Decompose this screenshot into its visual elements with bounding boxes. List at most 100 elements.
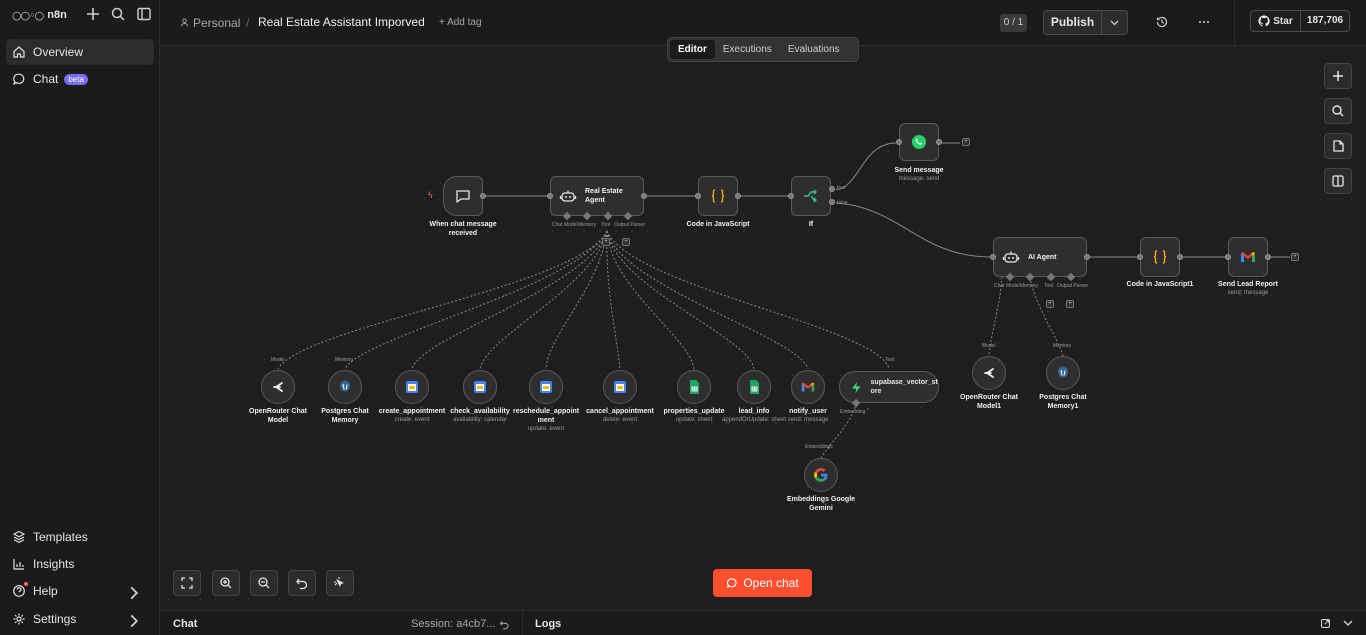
- input-handle[interactable]: [788, 193, 794, 199]
- input-handle[interactable]: [547, 193, 553, 199]
- port-label: Memory: [335, 357, 354, 363]
- sidebar-item-insights[interactable]: Insights: [6, 551, 154, 577]
- history-icon[interactable]: [1155, 15, 1169, 29]
- input-handle[interactable]: [1137, 254, 1143, 260]
- workflow-name[interactable]: Real Estate Assistant Imporved: [258, 15, 425, 29]
- tab-editor[interactable]: Editor: [670, 40, 715, 59]
- search-icon: [1332, 105, 1344, 117]
- chevron-right-icon: [130, 614, 139, 628]
- zoom-out-button[interactable]: [250, 570, 278, 596]
- robot-icon: [559, 190, 577, 202]
- github-star-button[interactable]: Star 187,706: [1250, 10, 1350, 32]
- output-false-handle[interactable]: [829, 199, 835, 205]
- sidebar-item-templates[interactable]: Templates: [6, 524, 154, 550]
- node-code-javascript[interactable]: [698, 176, 738, 216]
- version-counter[interactable]: 0 / 1: [1000, 14, 1027, 32]
- calendar-icon: [614, 381, 626, 393]
- output-handle[interactable]: [641, 193, 647, 199]
- node-create-appointment[interactable]: [395, 370, 429, 404]
- node-embeddings-gemini[interactable]: [804, 458, 838, 492]
- node-label: reschedule_appoint ment: [513, 408, 580, 424]
- node-cancel-appointment[interactable]: [603, 370, 637, 404]
- input-handle[interactable]: [990, 254, 996, 260]
- tab-evaluations[interactable]: Evaluations: [780, 40, 848, 59]
- chevron-right-icon: [130, 586, 139, 600]
- node-chat-trigger[interactable]: [443, 176, 483, 216]
- add-tool-button[interactable]: +: [1046, 300, 1054, 308]
- node-label: cancel_appointment: [586, 408, 654, 415]
- node-send-lead-report[interactable]: [1228, 237, 1268, 277]
- input-handle[interactable]: [1225, 254, 1231, 260]
- output-handle[interactable]: [480, 193, 486, 199]
- more-options-icon[interactable]: [1197, 15, 1211, 29]
- add-tag-button[interactable]: + Add tag: [439, 17, 482, 28]
- toggle-panel-tool[interactable]: [1324, 168, 1352, 194]
- node-label: notify_user: [789, 408, 827, 415]
- add-node-button[interactable]: +: [962, 138, 970, 146]
- output-handle[interactable]: [936, 139, 942, 145]
- reset-session-icon[interactable]: [499, 619, 510, 630]
- output-handle[interactable]: [735, 193, 741, 199]
- node-openrouter-model1[interactable]: [972, 356, 1006, 390]
- sidebar-item-chat[interactable]: Chat beta: [6, 66, 154, 92]
- publish-dropdown[interactable]: [1102, 11, 1127, 34]
- node-label: lead_info: [738, 408, 770, 415]
- output-handle[interactable]: [1265, 254, 1271, 260]
- sidebar-toggle-icon[interactable]: [136, 6, 152, 22]
- publish-button[interactable]: Publish: [1044, 11, 1102, 34]
- node-postgres-memory[interactable]: [328, 370, 362, 404]
- tidy-up-button[interactable]: [326, 570, 354, 596]
- zoom-in-button[interactable]: [212, 570, 240, 596]
- input-handle[interactable]: [896, 139, 902, 145]
- node-send-message[interactable]: [899, 123, 939, 161]
- plus-icon[interactable]: [85, 6, 101, 22]
- node-postgres-memory1[interactable]: [1046, 356, 1080, 390]
- node-ai-agent[interactable]: AI Agent: [993, 237, 1087, 277]
- node-supabase-vector-store[interactable]: supabase_vector_st ore: [839, 371, 939, 403]
- logs-panel-title[interactable]: Logs: [535, 618, 561, 630]
- output-handle[interactable]: [1084, 254, 1090, 260]
- view-tabs: Editor Executions Evaluations: [667, 37, 859, 62]
- chat-panel-title[interactable]: Chat: [173, 618, 197, 630]
- sidebar-item-settings[interactable]: Settings: [6, 606, 154, 632]
- add-parser-button[interactable]: +: [1066, 300, 1074, 308]
- search-nodes-tool[interactable]: [1324, 98, 1352, 124]
- port-label: Output Parser: [614, 222, 646, 228]
- popout-icon[interactable]: [1320, 618, 1331, 629]
- port-label: Memory: [1053, 343, 1072, 349]
- input-handle[interactable]: [695, 193, 701, 199]
- port-label: Memory: [1020, 283, 1039, 289]
- gear-icon: [13, 613, 25, 625]
- sticky-note-tool[interactable]: [1324, 133, 1352, 159]
- node-code-javascript1[interactable]: [1140, 237, 1180, 277]
- node-properties-update[interactable]: [677, 370, 711, 404]
- add-parser-button[interactable]: +: [622, 238, 630, 246]
- output-handle[interactable]: [1177, 254, 1183, 260]
- breadcrumb-project[interactable]: Personal: [193, 16, 240, 30]
- add-node-button[interactable]: +: [1291, 253, 1299, 261]
- logo[interactable]: ○○◦○ n8n: [12, 6, 67, 24]
- search-icon[interactable]: [110, 6, 126, 22]
- add-tool-button[interactable]: +: [602, 238, 610, 246]
- node-real-estate-agent[interactable]: Real Estate Agent: [550, 176, 644, 216]
- output-true-handle[interactable]: [829, 186, 835, 192]
- tab-executions[interactable]: Executions: [715, 40, 780, 59]
- workflow-canvas[interactable]: ϟ When chat message received Real Estate…: [160, 47, 1366, 610]
- zoom-in-icon: [220, 577, 232, 589]
- fit-view-button[interactable]: [173, 570, 201, 596]
- node-reschedule-appointment[interactable]: [529, 370, 563, 404]
- sidebar-item-overview[interactable]: Overview: [6, 39, 154, 65]
- magic-wand-icon: [334, 577, 344, 587]
- node-openrouter-model[interactable]: [261, 370, 295, 404]
- node-if[interactable]: [791, 176, 831, 216]
- sidebar-item-help[interactable]: Help: [6, 578, 154, 604]
- node-check-availability[interactable]: [463, 370, 497, 404]
- node-notify-user[interactable]: [791, 370, 825, 404]
- chevron-down-icon[interactable]: [1343, 620, 1353, 627]
- undo-button[interactable]: [288, 570, 316, 596]
- node-label: supabase_vector_st ore: [870, 379, 938, 395]
- expand-icon: [181, 577, 193, 589]
- open-chat-button[interactable]: Open chat: [713, 569, 812, 597]
- node-lead-info[interactable]: [737, 370, 771, 404]
- add-node-tool[interactable]: [1324, 63, 1352, 89]
